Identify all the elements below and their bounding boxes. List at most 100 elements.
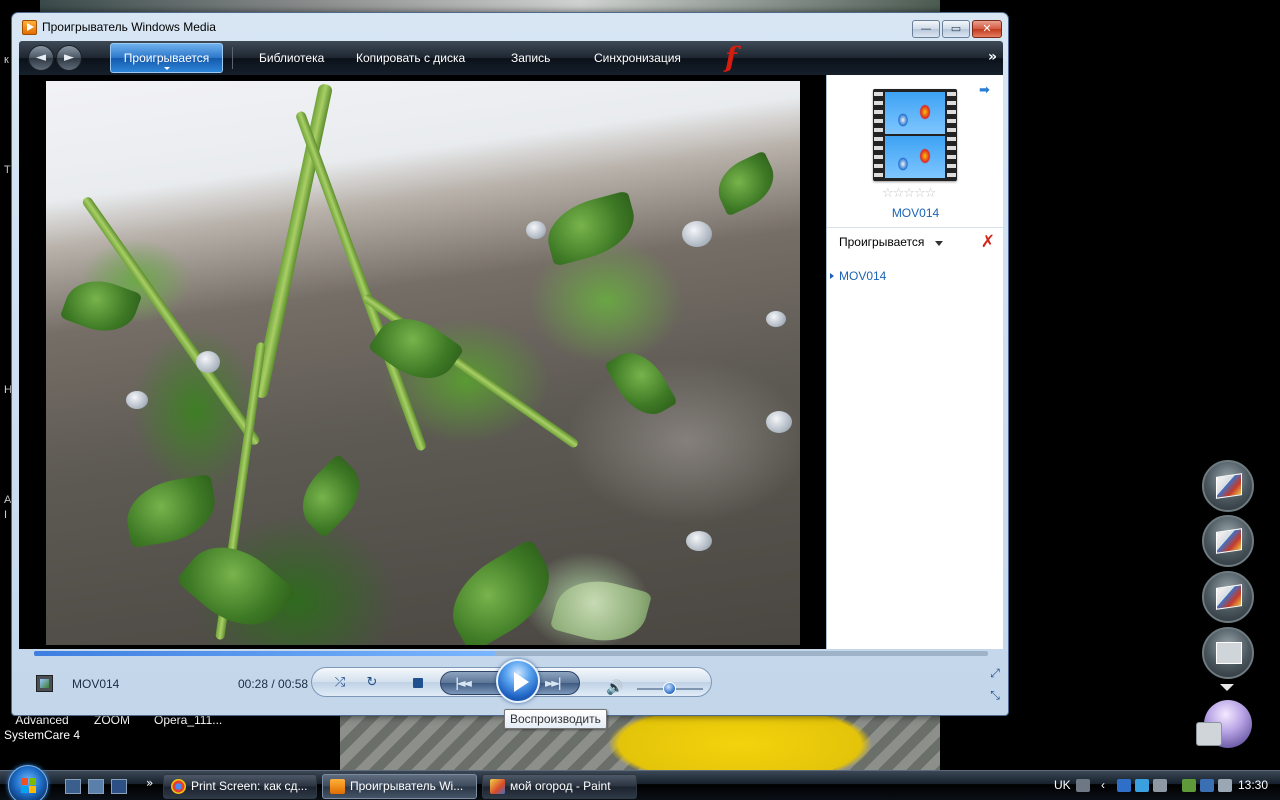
video-frame — [46, 81, 800, 645]
seek-bar-fill — [34, 651, 495, 656]
title-bar[interactable]: Проигрыватель Windows Media — ▭ ✕ — [12, 13, 1008, 41]
back-button[interactable]: ◄ — [28, 45, 54, 71]
launcher-app-button[interactable] — [1202, 627, 1254, 679]
album-art — [873, 89, 957, 181]
taskbar-button-media-player[interactable]: Проигрыватель Wi... — [322, 774, 477, 799]
start-button[interactable] — [8, 765, 48, 800]
media-player-icon — [22, 20, 37, 35]
film-sprockets — [947, 89, 956, 181]
video-hailstone — [766, 311, 786, 327]
language-indicator[interactable]: UK — [1054, 778, 1071, 792]
video-stem — [252, 83, 334, 399]
previous-button[interactable]: |◄◄ — [455, 676, 472, 690]
video-leaf — [121, 473, 221, 549]
forward-button[interactable]: ► — [56, 45, 82, 71]
video-leaf — [59, 270, 143, 342]
desktop-icon-advanced-systemcare[interactable]: Advanced SystemCare 4 — [2, 713, 82, 743]
chevron-down-icon — [163, 67, 170, 70]
desktop-edge-letter: I — [4, 509, 8, 521]
play-tooltip: Воспроизводить — [504, 709, 607, 729]
seek-bar[interactable] — [34, 651, 988, 656]
arrow-right-icon[interactable]: ➡ — [979, 83, 993, 98]
play-button[interactable] — [496, 659, 540, 703]
video-leaf — [604, 341, 678, 426]
media-player-window: Проигрыватель Windows Media — ▭ ✕ ◄ ► Пр… — [11, 12, 1009, 716]
quick-launch-app-icon[interactable] — [111, 779, 127, 794]
shuffle-button[interactable]: ⤮ — [329, 673, 351, 693]
tray-app-icon[interactable] — [1153, 779, 1167, 792]
video-hailstone — [526, 221, 546, 239]
stop-button[interactable] — [413, 678, 423, 688]
taskbar-button-label: Print Screen: как сд... — [191, 779, 308, 793]
video-area[interactable] — [19, 75, 826, 649]
maximize-button[interactable]: ▭ — [942, 20, 970, 38]
tab-library[interactable]: Библиотека — [247, 41, 336, 75]
rating-stars[interactable]: ☆☆☆☆☆ — [882, 186, 936, 201]
tray-app-icon[interactable] — [1117, 779, 1131, 792]
safely-remove-icon[interactable] — [1182, 779, 1196, 792]
network-icon[interactable] — [1200, 779, 1214, 792]
playlist-header[interactable]: Проигрывается — [839, 235, 924, 249]
quick-launch-more-button[interactable]: » — [146, 776, 153, 790]
film-frame — [885, 92, 945, 134]
taskbar-button-paint[interactable]: мой огород - Paint — [482, 774, 637, 799]
show-desktop-icon[interactable] — [65, 779, 81, 794]
video-thumbnail-icon — [36, 675, 53, 692]
launcher-photo-button[interactable] — [1202, 515, 1254, 567]
media-player-icon — [330, 779, 345, 794]
app-window-icon — [1196, 722, 1222, 746]
tab-now-playing[interactable]: Проигрывается — [110, 43, 223, 73]
more-tabs-button[interactable]: » — [988, 49, 997, 65]
clear-list-icon[interactable]: ✗ — [981, 232, 995, 252]
mute-button[interactable]: 🔊 — [606, 680, 623, 696]
film-frame — [885, 136, 945, 178]
paint-icon — [490, 779, 505, 794]
launcher-photo-button[interactable] — [1202, 571, 1254, 623]
windows-logo-icon — [21, 778, 37, 793]
app-window-icon — [1216, 642, 1242, 664]
wallpaper-photo-top — [40, 0, 940, 12]
compact-mode-button[interactable]: ⤡ — [988, 689, 1002, 702]
video-leaf — [367, 303, 465, 394]
photo-icon — [1216, 528, 1242, 554]
playback-controls: MOV014 00:28 / 00:58 ⤮ ↻ |◄◄ ►►| 🔊 ⤢ ⤡ — [19, 659, 1003, 713]
chevron-down-icon[interactable] — [935, 241, 943, 246]
video-leaf — [540, 190, 642, 267]
tab-sync[interactable]: Синхронизация — [582, 41, 693, 75]
fullscreen-button[interactable]: ⤢ — [988, 667, 1002, 680]
close-button[interactable]: ✕ — [972, 20, 1002, 38]
taskbar: » Print Screen: как сд... Проигрыватель … — [0, 765, 1280, 800]
repeat-button[interactable]: ↻ — [361, 673, 383, 693]
taskbar-button-chrome[interactable]: Print Screen: как сд... — [163, 774, 317, 799]
volume-icon[interactable] — [1218, 779, 1232, 792]
tab-burn[interactable]: Запись — [499, 41, 562, 75]
video-hailstone — [686, 531, 712, 551]
navigation-toolbar: ◄ ► Проигрывается Библиотека Копировать … — [19, 41, 1003, 75]
tray-app-icon[interactable] — [1135, 779, 1149, 792]
tab-rip[interactable]: Копировать с диска — [344, 41, 477, 75]
video-leaf — [549, 570, 653, 645]
minimize-button[interactable]: — — [912, 20, 940, 38]
launcher-more-icon[interactable] — [1220, 684, 1234, 691]
video-leaf — [435, 538, 567, 645]
desktop-edge-letter: к — [4, 54, 9, 66]
video-stem — [294, 110, 428, 452]
launcher-photo-button[interactable] — [1202, 460, 1254, 512]
next-button[interactable]: ►►| — [545, 676, 562, 690]
window-title: Проигрыватель Windows Media — [42, 20, 216, 34]
desktop-edge-letter: Т — [4, 164, 11, 176]
switch-windows-icon[interactable] — [88, 779, 104, 794]
list-item[interactable]: MOV014 — [839, 269, 886, 283]
video-hailstone — [682, 221, 712, 247]
volume-slider-thumb[interactable] — [663, 682, 676, 695]
list-pane: ➡ ☆☆☆☆☆ MOV014 Проигрывается ✗ MOV014 — [826, 75, 1004, 649]
video-leaf — [709, 150, 783, 217]
photo-icon — [1216, 584, 1242, 610]
tray-collapse-button[interactable]: ‹ — [1101, 778, 1105, 792]
clock[interactable]: 13:30 — [1238, 778, 1268, 792]
media-title: MOV014 — [891, 206, 940, 220]
time-display[interactable]: 00:28 / 00:58 — [238, 677, 308, 691]
plugin-logo-icon[interactable]: f — [725, 43, 749, 73]
toolbar-divider — [232, 47, 233, 69]
keyboard-icon[interactable] — [1076, 779, 1090, 792]
